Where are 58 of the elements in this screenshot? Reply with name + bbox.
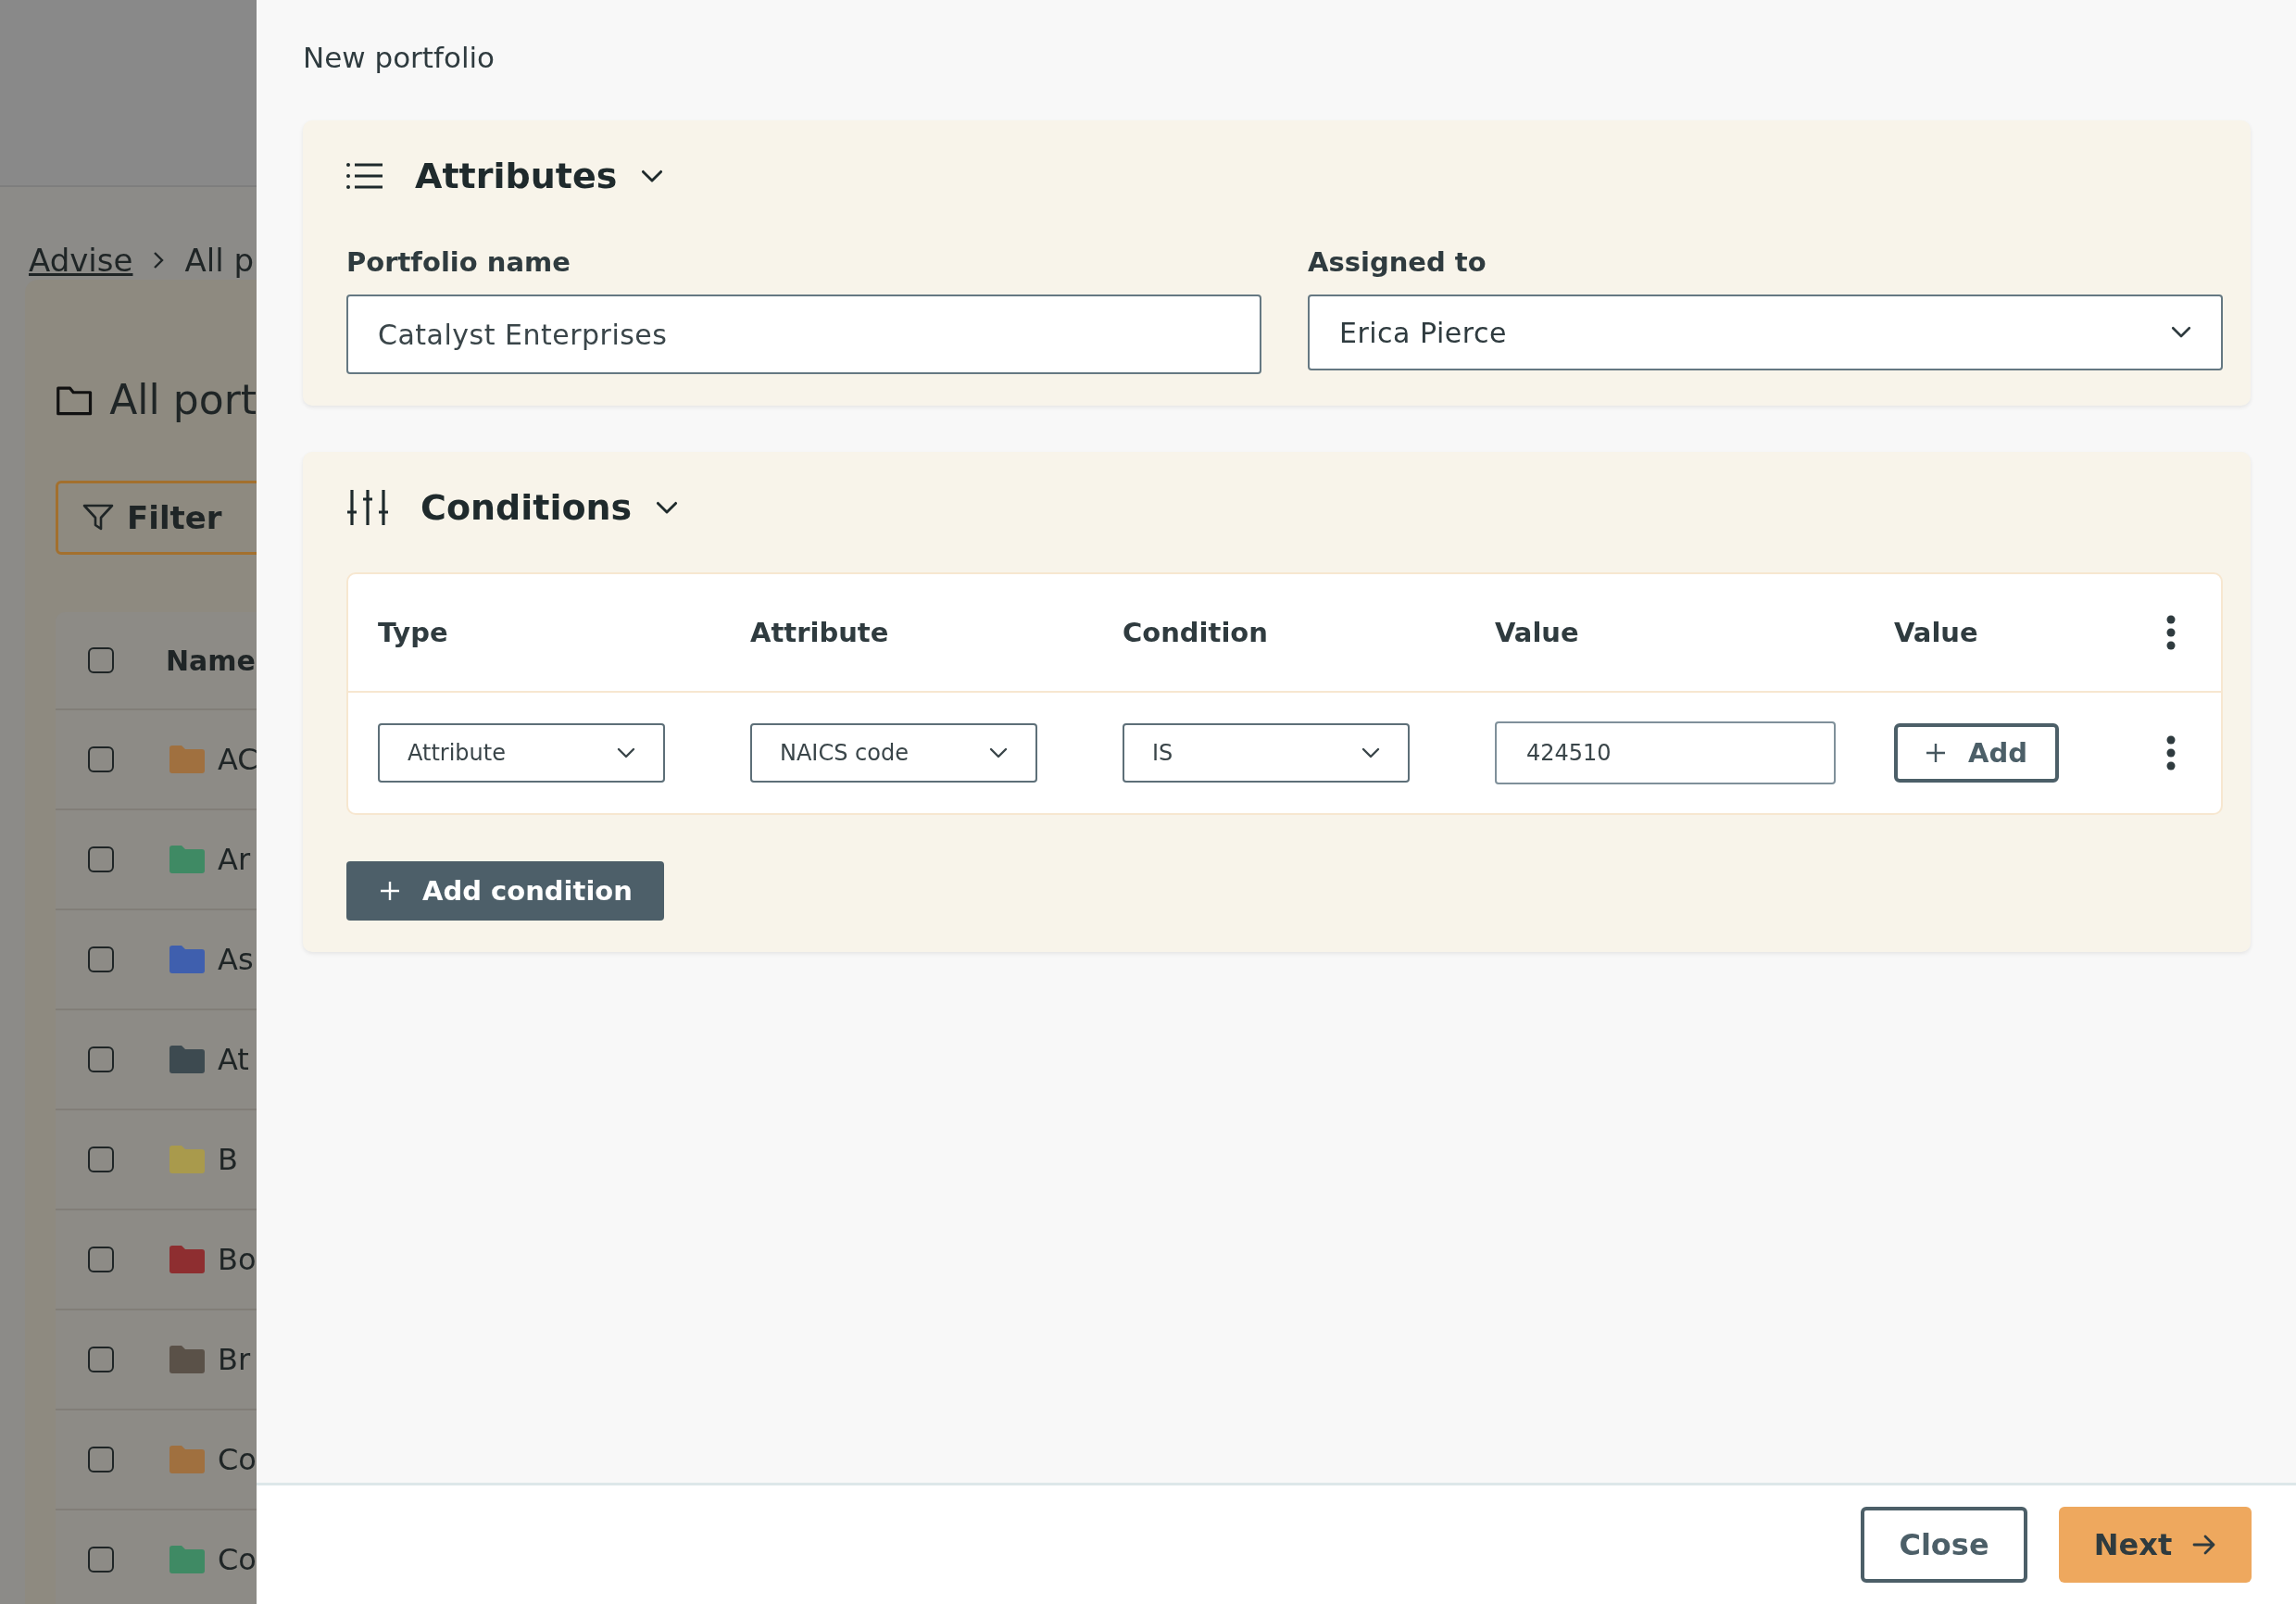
- portfolio-name: Co: [218, 1542, 257, 1577]
- portfolio-name: B: [218, 1142, 238, 1177]
- next-button[interactable]: Next: [2059, 1507, 2252, 1583]
- column-header: Name: [166, 644, 256, 677]
- value-field[interactable]: 424510: [1495, 721, 1836, 784]
- portfolio-name: Ar: [218, 842, 251, 877]
- field-label: Assigned to: [1308, 246, 1487, 278]
- chevron-down-icon: [1361, 747, 1380, 758]
- portfolio-name: As: [218, 942, 254, 977]
- dropdown[interactable]: NAICS code: [750, 723, 1037, 783]
- chevron-icon: [153, 251, 165, 269]
- dialog-title: New portfolio: [303, 41, 496, 76]
- list-icon: [346, 162, 383, 190]
- column-header: Condition: [1123, 617, 1269, 648]
- column-header: Attribute: [750, 617, 890, 648]
- plus-icon: [380, 881, 400, 901]
- arrow-right-icon: [2192, 1535, 2217, 1555]
- field-label: Portfolio name: [346, 246, 571, 278]
- checkbox[interactable]: [88, 1447, 114, 1472]
- checkbox[interactable]: [88, 846, 114, 872]
- portfolio-name: Bo: [218, 1242, 257, 1277]
- column-header: Type: [378, 617, 449, 648]
- more-icon[interactable]: [2165, 615, 2177, 650]
- filter-icon: [82, 503, 114, 533]
- column-header: Value: [1894, 617, 1979, 648]
- portfolio-name: Br: [218, 1342, 251, 1377]
- portfolio-name: At: [218, 1042, 249, 1077]
- checkbox[interactable]: [88, 1247, 114, 1272]
- portfolio-name: AC: [218, 742, 257, 777]
- breadcrumb-item: All p: [184, 242, 254, 279]
- chevron-down-icon: [656, 500, 679, 515]
- dropdown[interactable]: Erica Pierce: [1308, 294, 2223, 370]
- chevron-down-icon: [989, 747, 1008, 758]
- page-heading: All port: [109, 376, 257, 423]
- portfolio-name: Co: [218, 1442, 257, 1477]
- plus-icon: [1926, 743, 1946, 763]
- add-condition-button[interactable]: Add condition: [346, 861, 664, 921]
- add-button[interactable]: Add: [1894, 723, 2059, 783]
- checkbox[interactable]: [88, 1046, 114, 1072]
- chevron-down-icon: [617, 747, 635, 758]
- chevron-down-icon: [641, 169, 664, 183]
- sliders-icon: [346, 488, 389, 527]
- checkbox[interactable]: [88, 1347, 114, 1372]
- close-button[interactable]: Close: [1861, 1507, 2027, 1583]
- more-icon[interactable]: [2165, 735, 2177, 771]
- dropdown[interactable]: IS: [1123, 723, 1410, 783]
- checkbox[interactable]: [88, 946, 114, 972]
- column-header: Value: [1495, 617, 1580, 648]
- chevron-down-icon: [2171, 326, 2191, 339]
- section-title: Conditions: [420, 487, 633, 528]
- dropdown[interactable]: Attribute: [378, 723, 665, 783]
- breadcrumb-link[interactable]: Advise: [29, 242, 133, 279]
- section-title: Attributes: [415, 156, 618, 196]
- checkbox[interactable]: [88, 1547, 114, 1573]
- checkbox[interactable]: [88, 647, 114, 673]
- checkbox[interactable]: [88, 746, 114, 772]
- text-field[interactable]: Catalyst Enterprises: [346, 294, 1261, 374]
- checkbox[interactable]: [88, 1147, 114, 1172]
